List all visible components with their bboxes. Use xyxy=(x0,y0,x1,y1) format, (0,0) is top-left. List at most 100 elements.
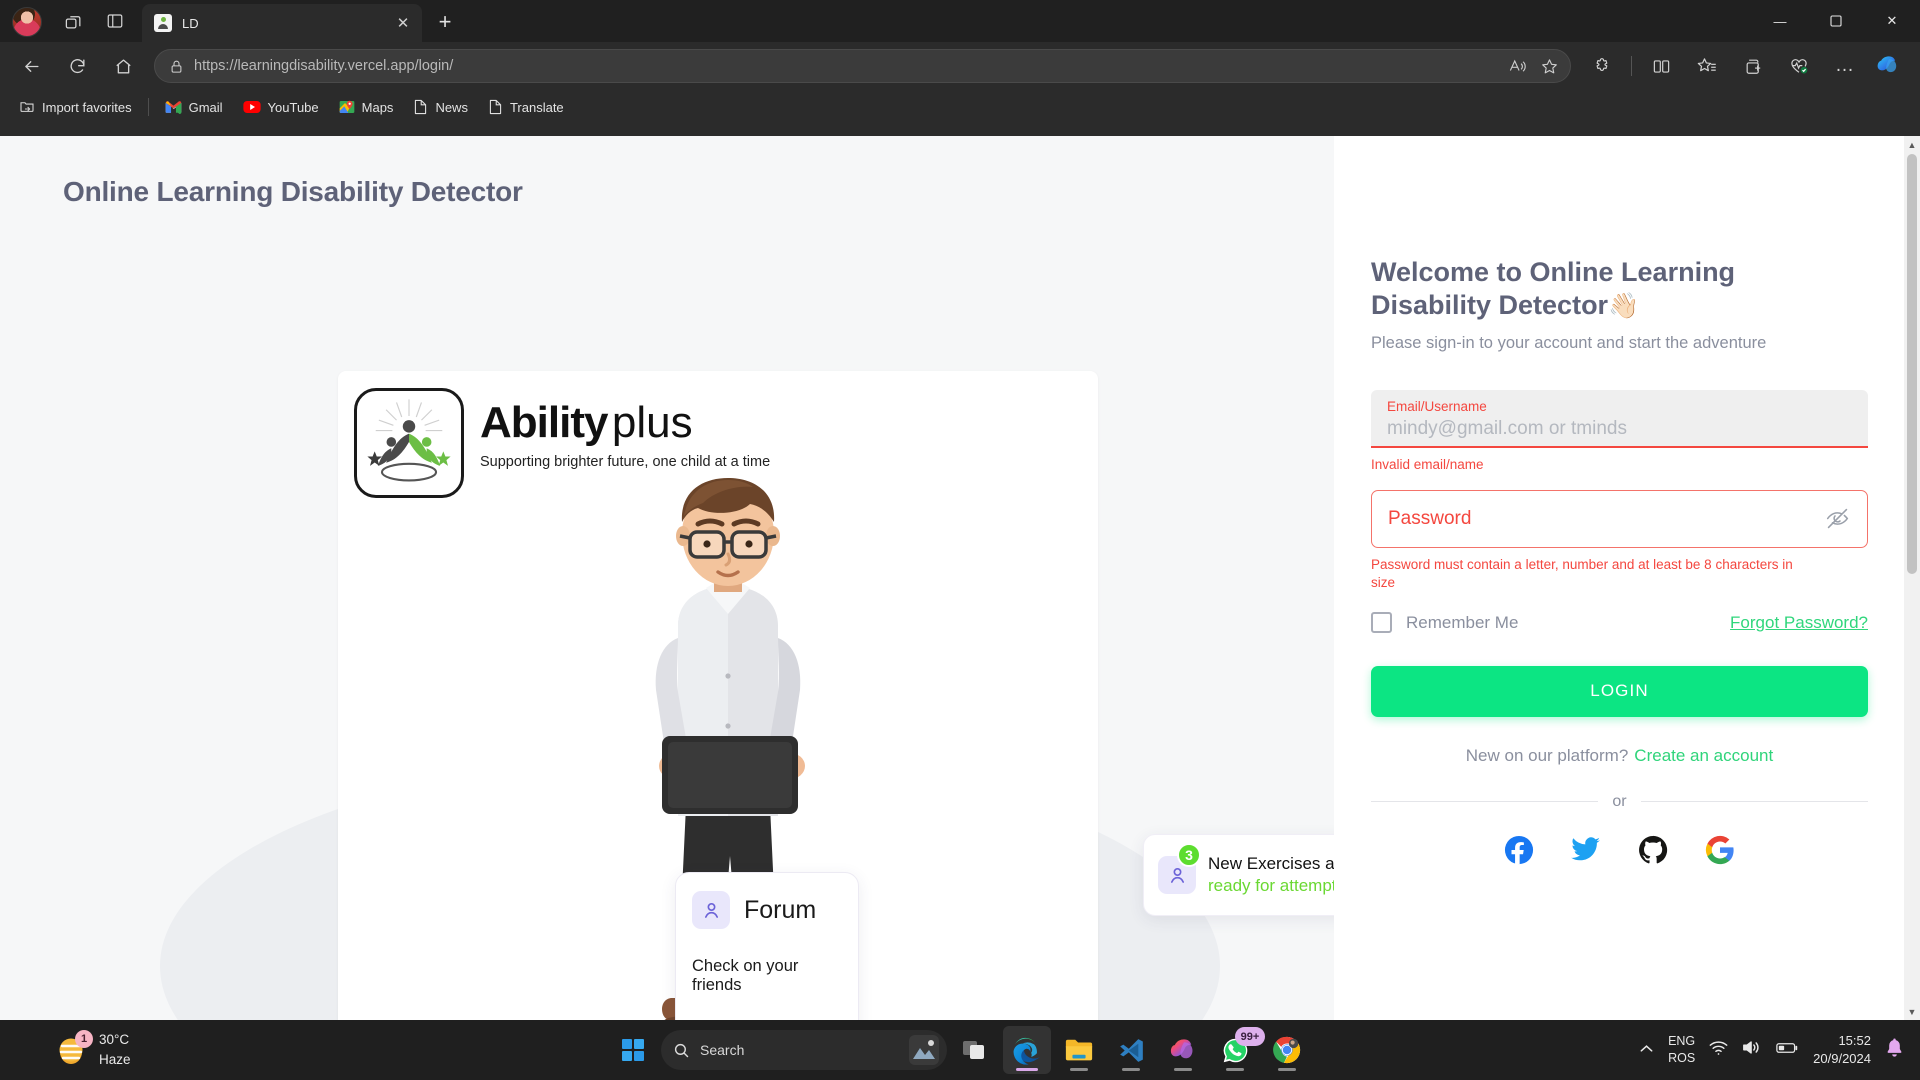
password-field[interactable]: Password xyxy=(1371,490,1868,549)
login-heading: Welcome to Online Learning Disability De… xyxy=(1371,256,1811,322)
person-icon xyxy=(692,891,730,929)
favorites-button[interactable] xyxy=(1689,48,1725,84)
taskbar-app-task-view[interactable] xyxy=(951,1026,999,1074)
bookmark-youtube[interactable]: YouTube xyxy=(234,96,328,119)
bookmark-label: Translate xyxy=(509,99,564,115)
refresh-button[interactable] xyxy=(59,48,95,84)
scroll-down-arrow[interactable]: ▼ xyxy=(1904,1003,1920,1020)
browser-essentials-button[interactable] xyxy=(1781,48,1817,84)
create-account-link[interactable]: Create an account xyxy=(1634,746,1773,765)
clock[interactable]: 15:52 20/9/2024 xyxy=(1813,1032,1871,1068)
home-button[interactable] xyxy=(105,48,141,84)
language-indicator[interactable]: ENG ROS xyxy=(1668,1033,1695,1067)
bookmark-gmail[interactable]: Gmail xyxy=(156,96,232,119)
weather-widget[interactable]: 1 30°C Haze xyxy=(54,1030,131,1069)
email-error-message: Invalid email/name xyxy=(1371,456,1484,472)
forum-card[interactable]: Forum Check on your friends Last visited… xyxy=(675,872,859,1020)
bookmark-label: Gmail xyxy=(188,99,223,115)
exercises-text: New Exercises available ready for attemp… xyxy=(1208,854,1334,896)
tab-actions-icon[interactable] xyxy=(55,5,91,37)
app-open-indicator xyxy=(1278,1068,1296,1071)
login-button[interactable]: LOGIN xyxy=(1371,665,1868,717)
active-app-indicator xyxy=(1016,1068,1038,1071)
bookmark-import-favorites[interactable]: Import favorites xyxy=(10,95,141,119)
read-aloud-icon[interactable] xyxy=(1502,52,1532,80)
login-panel: Welcome to Online Learning Disability De… xyxy=(1334,136,1904,1020)
add-favorite-icon[interactable] xyxy=(1534,52,1564,80)
bookmark-label: News xyxy=(435,99,468,115)
profile-avatar[interactable] xyxy=(12,7,42,37)
settings-more-button[interactable]: … xyxy=(1827,48,1863,84)
translate-icon xyxy=(489,99,502,115)
bookmark-translate[interactable]: Translate xyxy=(479,95,573,119)
facebook-icon[interactable] xyxy=(1504,835,1535,866)
close-window-button[interactable]: ✕ xyxy=(1864,0,1920,42)
search-illustration-icon xyxy=(909,1035,939,1065)
brand-tagline: Supporting brighter future, one child at… xyxy=(480,454,771,470)
notification-bell-icon[interactable] xyxy=(1885,1037,1904,1063)
taskbar-app-google-chrome[interactable] xyxy=(1263,1026,1311,1074)
new-tab-button[interactable]: + xyxy=(428,5,462,39)
bookmark-maps[interactable]: Maps xyxy=(330,95,403,119)
weather-temperature: 30°C xyxy=(99,1032,130,1048)
volume-icon[interactable] xyxy=(1742,1039,1762,1061)
forgot-password-link[interactable]: Forgot Password? xyxy=(1730,613,1868,633)
minimize-button[interactable]: — xyxy=(1752,0,1808,42)
start-button[interactable] xyxy=(609,1026,657,1074)
remember-me-checkbox[interactable] xyxy=(1371,612,1392,634)
web-page: Online Learning Disability Detector Abil… xyxy=(0,136,1904,1020)
page-viewport: Online Learning Disability Detector Abil… xyxy=(0,136,1920,1020)
scrollbar-thumb[interactable] xyxy=(1907,154,1917,574)
taskbar-app-file-explorer[interactable] xyxy=(1055,1026,1103,1074)
browser-tab[interactable]: LD ✕ xyxy=(142,4,422,42)
address-bar[interactable]: https://learningdisability.vercel.app/lo… xyxy=(154,49,1571,83)
gmail-icon xyxy=(165,101,181,114)
eye-off-icon[interactable] xyxy=(1825,506,1851,532)
copilot-button[interactable] xyxy=(1872,49,1906,83)
google-icon[interactable] xyxy=(1705,835,1736,866)
site-lock-icon xyxy=(171,60,182,73)
illustration-card: Ability plus Supporting brighter future,… xyxy=(338,371,1334,1020)
email-field[interactable]: Email/Username mindy@gmail.com or tminds xyxy=(1371,389,1868,448)
youtube-icon xyxy=(242,101,261,113)
tab-favicon-icon xyxy=(154,14,172,32)
taskbar-app-copilot[interactable] xyxy=(1159,1026,1207,1074)
divider-label: or xyxy=(1612,792,1627,810)
page-scrollbar[interactable]: ▲ ▼ xyxy=(1904,136,1920,1020)
extensions-button[interactable] xyxy=(1584,48,1620,84)
app-open-indicator xyxy=(1174,1068,1192,1071)
login-heading-text: Welcome to Online Learning Disability De… xyxy=(1371,257,1736,320)
collections-button[interactable] xyxy=(1735,48,1771,84)
back-button[interactable] xyxy=(13,48,49,84)
battery-icon[interactable] xyxy=(1776,1041,1799,1060)
bookmark-label: Maps xyxy=(361,99,394,115)
browser-title-bar: LD ✕ + — ✕ xyxy=(0,0,1920,42)
bookmark-label: Import favorites xyxy=(42,99,132,115)
github-icon[interactable] xyxy=(1638,835,1669,866)
twitter-icon[interactable] xyxy=(1571,835,1602,866)
bookmarks-bar: Import favorites Gmail YouTube Maps News… xyxy=(0,90,1920,124)
maximize-button[interactable] xyxy=(1808,0,1864,42)
wifi-icon[interactable] xyxy=(1709,1040,1728,1061)
bookmark-news[interactable]: News xyxy=(404,95,477,119)
tab-title: LD xyxy=(182,15,199,31)
divider-line-right xyxy=(1640,801,1869,803)
split-screen-button[interactable] xyxy=(1643,48,1679,84)
waving-hand-icon: 👋🏻 xyxy=(1608,291,1640,320)
import-favorites-icon xyxy=(20,102,34,112)
brand-suffix: plus xyxy=(611,398,693,447)
app-open-indicator xyxy=(1070,1068,1088,1071)
new-exercises-card[interactable]: 3 New Exercises available ready for atte… xyxy=(1143,834,1334,916)
social-login-row xyxy=(1371,835,1868,866)
language-line1: ENG xyxy=(1668,1034,1696,1049)
taskbar-app-visual-studio-code[interactable] xyxy=(1107,1026,1155,1074)
split-pane-icon[interactable] xyxy=(97,5,133,37)
close-tab-icon[interactable]: ✕ xyxy=(392,12,414,34)
taskbar-app-microsoft-edge[interactable] xyxy=(1003,1026,1051,1074)
scroll-up-arrow[interactable]: ▲ xyxy=(1904,136,1920,153)
taskbar-search[interactable]: Search xyxy=(661,1030,947,1070)
show-hidden-icons-button[interactable] xyxy=(1639,1043,1654,1057)
taskbar-app-whatsapp[interactable]: 99+ xyxy=(1211,1026,1265,1074)
signup-prompt: New on our platform? xyxy=(1465,745,1629,765)
search-icon xyxy=(674,1043,689,1057)
